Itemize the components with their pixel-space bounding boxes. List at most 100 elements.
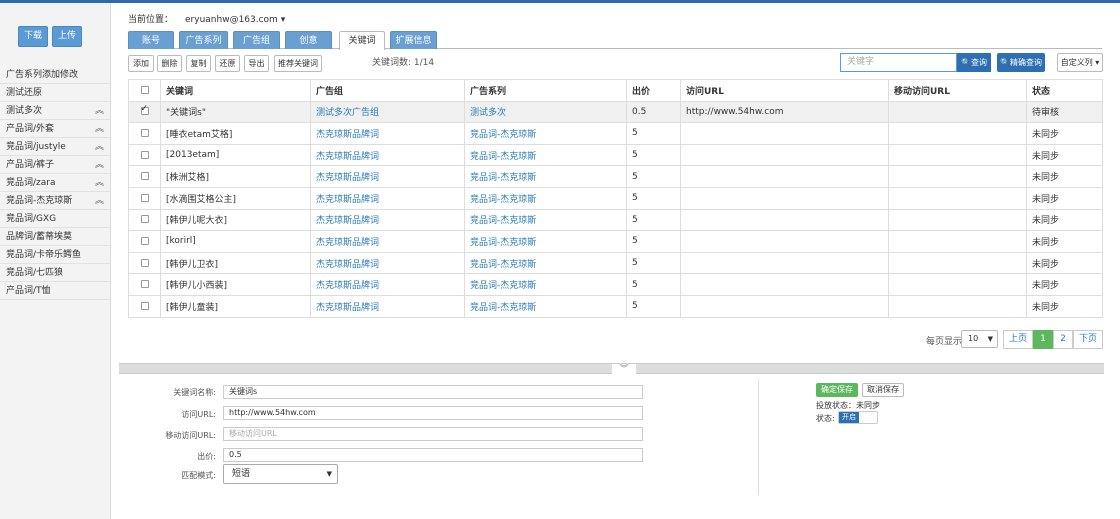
sidebar-item[interactable]: 测试还原 (0, 84, 110, 102)
row-checkbox[interactable] (140, 236, 149, 245)
adgroup-cell[interactable]: 杰克琼斯品牌词 (310, 251, 465, 275)
export-button[interactable]: 导出 (244, 55, 269, 72)
custom-columns-button[interactable]: 自定义列 ▾ (1057, 53, 1103, 72)
sidebar-item[interactable]: 竞品词/卡帝乐鳄鱼 (0, 246, 110, 264)
tab-adgroup[interactable]: 广告组 (233, 31, 280, 49)
adgroup-cell[interactable]: 杰克琼斯品牌词 (310, 230, 465, 253)
precise-search-button[interactable]: 🔍精确查询 (997, 53, 1045, 72)
delete-button[interactable]: 删除 (157, 55, 182, 72)
tab-keyword[interactable]: 关键词 (339, 31, 385, 50)
row-checkbox[interactable] (140, 258, 149, 267)
row-checkbox[interactable] (140, 193, 149, 202)
copy-button[interactable]: 复制 (186, 55, 211, 72)
sidebar-item[interactable]: 产品词/裤子 ︽ (0, 156, 110, 174)
row-checkbox[interactable] (140, 301, 149, 310)
cancel-button[interactable]: 取消保存 (862, 383, 904, 397)
col-bid[interactable]: 出价 (626, 79, 681, 102)
table-row[interactable]: [韩伊儿卫衣] 杰克琼斯品牌词 竞品词-杰克琼斯 5 未同步 (128, 251, 1103, 275)
chevron-up-icon[interactable]: ︽ (95, 138, 104, 156)
per-page-select[interactable]: 10 ▼ (961, 330, 998, 348)
status-toggle[interactable]: 开启 (838, 411, 878, 424)
match-mode-select[interactable]: 短语 ▼ (223, 464, 338, 484)
row-checkbox[interactable] (140, 172, 149, 181)
page-1-button[interactable]: 1 (1033, 330, 1053, 349)
save-button[interactable]: 确定保存 (816, 383, 858, 397)
select-all-checkbox[interactable] (140, 85, 149, 94)
sidebar-item[interactable]: 品牌词/蓄蒂埃莫 (0, 228, 110, 246)
row-checkbox[interactable] (140, 150, 149, 159)
keyword-name-input[interactable]: 关键词s (223, 385, 643, 399)
chevron-up-icon[interactable]: ︽ (95, 120, 104, 138)
campaign-cell[interactable]: 竞品词-杰克琼斯 (464, 143, 627, 167)
sidebar-item[interactable]: 产品词/T恤 (0, 282, 110, 300)
adgroup-cell[interactable]: 杰克琼斯品牌词 (310, 165, 465, 188)
adgroup-cell[interactable]: 杰克琼斯品牌词 (310, 294, 465, 318)
adgroup-cell[interactable]: 杰克琼斯品牌词 (310, 122, 465, 145)
table-row[interactable]: [korirl] 杰克琼斯品牌词 竞品词-杰克琼斯 5 未同步 (128, 230, 1103, 253)
campaign-cell[interactable]: 竞品词-杰克琼斯 (464, 251, 627, 275)
table-row[interactable]: [韩伊儿童装] 杰克琼斯品牌词 竞品词-杰克琼斯 5 未同步 (128, 294, 1103, 318)
chevron-up-icon[interactable]: ︽ (95, 102, 104, 120)
account-selector[interactable]: eryuanhw@163.com ▾ (185, 15, 285, 25)
search-input[interactable]: 关键字 (840, 53, 957, 72)
col-campaign[interactable]: 广告系列 (464, 79, 627, 102)
campaign-cell[interactable]: 竞品词-杰克琼斯 (464, 165, 627, 188)
col-adgroup[interactable]: 广告组 (310, 79, 465, 102)
adgroup-cell[interactable]: 测试多次广告组 (310, 100, 465, 124)
table-row[interactable]: "关键词s"测试多次广告组测试多次0.5http://www.54hw.com 待… (128, 100, 1103, 124)
recommend-keywords-button[interactable]: 推荐关键词 (274, 55, 322, 72)
adgroup-cell[interactable]: 杰克琼斯品牌词 (310, 143, 465, 167)
table-row[interactable]: [韩伊儿呢大衣] 杰克琼斯品牌词 竞品词-杰克琼斯 5 未同步 (128, 208, 1103, 232)
sidebar-item[interactable]: 竞品词/GXG (0, 210, 110, 228)
restore-button[interactable]: 还原 (215, 55, 240, 72)
chevron-up-icon[interactable]: ︽ (95, 156, 104, 174)
sidebar-item[interactable]: 竞品词/zara ︽ (0, 174, 110, 192)
sidebar-item[interactable]: 竞品词/justyle ︽ (0, 138, 110, 156)
tab-extension[interactable]: 扩展信息 (390, 31, 437, 49)
adgroup-cell[interactable]: 杰克琼斯品牌词 (310, 186, 465, 210)
next-page-button[interactable]: 下页 (1073, 330, 1103, 349)
sidebar-item[interactable]: 竞品词-杰克琼斯 ︽ (0, 192, 110, 210)
sidebar-item[interactable]: 测试多次 ︽ (0, 102, 110, 120)
col-keyword[interactable]: 关键词 (160, 79, 311, 102)
col-mobile-url[interactable]: 移动访问URL (888, 79, 1027, 102)
tab-campaign[interactable]: 广告系列 (179, 31, 228, 49)
tab-account[interactable]: 账号 (128, 31, 174, 49)
campaign-cell[interactable]: 竞品词-杰克琼斯 (464, 208, 627, 232)
search-button[interactable]: 🔍查询 (957, 53, 991, 72)
upload-button[interactable]: 上传 (52, 26, 82, 47)
chevron-down-icon[interactable]: ︾ (612, 364, 636, 375)
table-row[interactable]: [韩伊儿小西装] 杰克琼斯品牌词 竞品词-杰克琼斯 5 未同步 (128, 273, 1103, 296)
row-checkbox[interactable] (140, 215, 149, 224)
chevron-up-icon[interactable]: ︽ (95, 192, 104, 210)
campaign-cell[interactable]: 竞品词-杰克琼斯 (464, 294, 627, 318)
table-row[interactable]: [睡衣etam艾格] 杰克琼斯品牌词 竞品词-杰克琼斯 5 未同步 (128, 122, 1103, 145)
sidebar-item[interactable]: 产品词/外套 ︽ (0, 120, 110, 138)
page-2-button[interactable]: 2 (1053, 330, 1073, 349)
panel-splitter[interactable]: ︾ (119, 363, 1104, 375)
col-status[interactable]: 状态 (1026, 79, 1103, 102)
url-input[interactable]: http://www.54hw.com (223, 406, 643, 420)
adgroup-cell[interactable]: 杰克琼斯品牌词 (310, 208, 465, 232)
col-url[interactable]: 访问URL (680, 79, 889, 102)
table-row[interactable]: [水滴围艾格公主] 杰克琼斯品牌词 竞品词-杰克琼斯 5 未同步 (128, 186, 1103, 210)
add-button[interactable]: 添加 (128, 55, 154, 72)
adgroup-cell[interactable]: 杰克琼斯品牌词 (310, 273, 465, 296)
mobile-url-input[interactable]: 移动访问URL (223, 427, 643, 441)
bid-input[interactable]: 0.5 (223, 448, 643, 462)
download-button[interactable]: 下载 (18, 26, 48, 47)
sidebar-item[interactable]: 广告系列添加修改 (0, 66, 110, 84)
chevron-up-icon[interactable]: ︽ (95, 174, 104, 192)
campaign-cell[interactable]: 测试多次 (464, 100, 627, 124)
table-row[interactable]: [2013etam] 杰克琼斯品牌词 竞品词-杰克琼斯 5 未同步 (128, 143, 1103, 167)
tab-creative[interactable]: 创意 (285, 31, 332, 49)
row-checkbox[interactable] (140, 128, 149, 137)
campaign-cell[interactable]: 竞品词-杰克琼斯 (464, 273, 627, 296)
sidebar-item[interactable]: 竞品词/七匹狼 (0, 264, 110, 282)
table-row[interactable]: [株洲艾格] 杰克琼斯品牌词 竞品词-杰克琼斯 5 未同步 (128, 165, 1103, 188)
row-checkbox[interactable] (140, 280, 149, 289)
campaign-cell[interactable]: 竞品词-杰克琼斯 (464, 186, 627, 210)
campaign-cell[interactable]: 竞品词-杰克琼斯 (464, 230, 627, 253)
prev-page-button[interactable]: 上页 (1003, 330, 1033, 349)
row-checkbox[interactable] (140, 104, 149, 116)
